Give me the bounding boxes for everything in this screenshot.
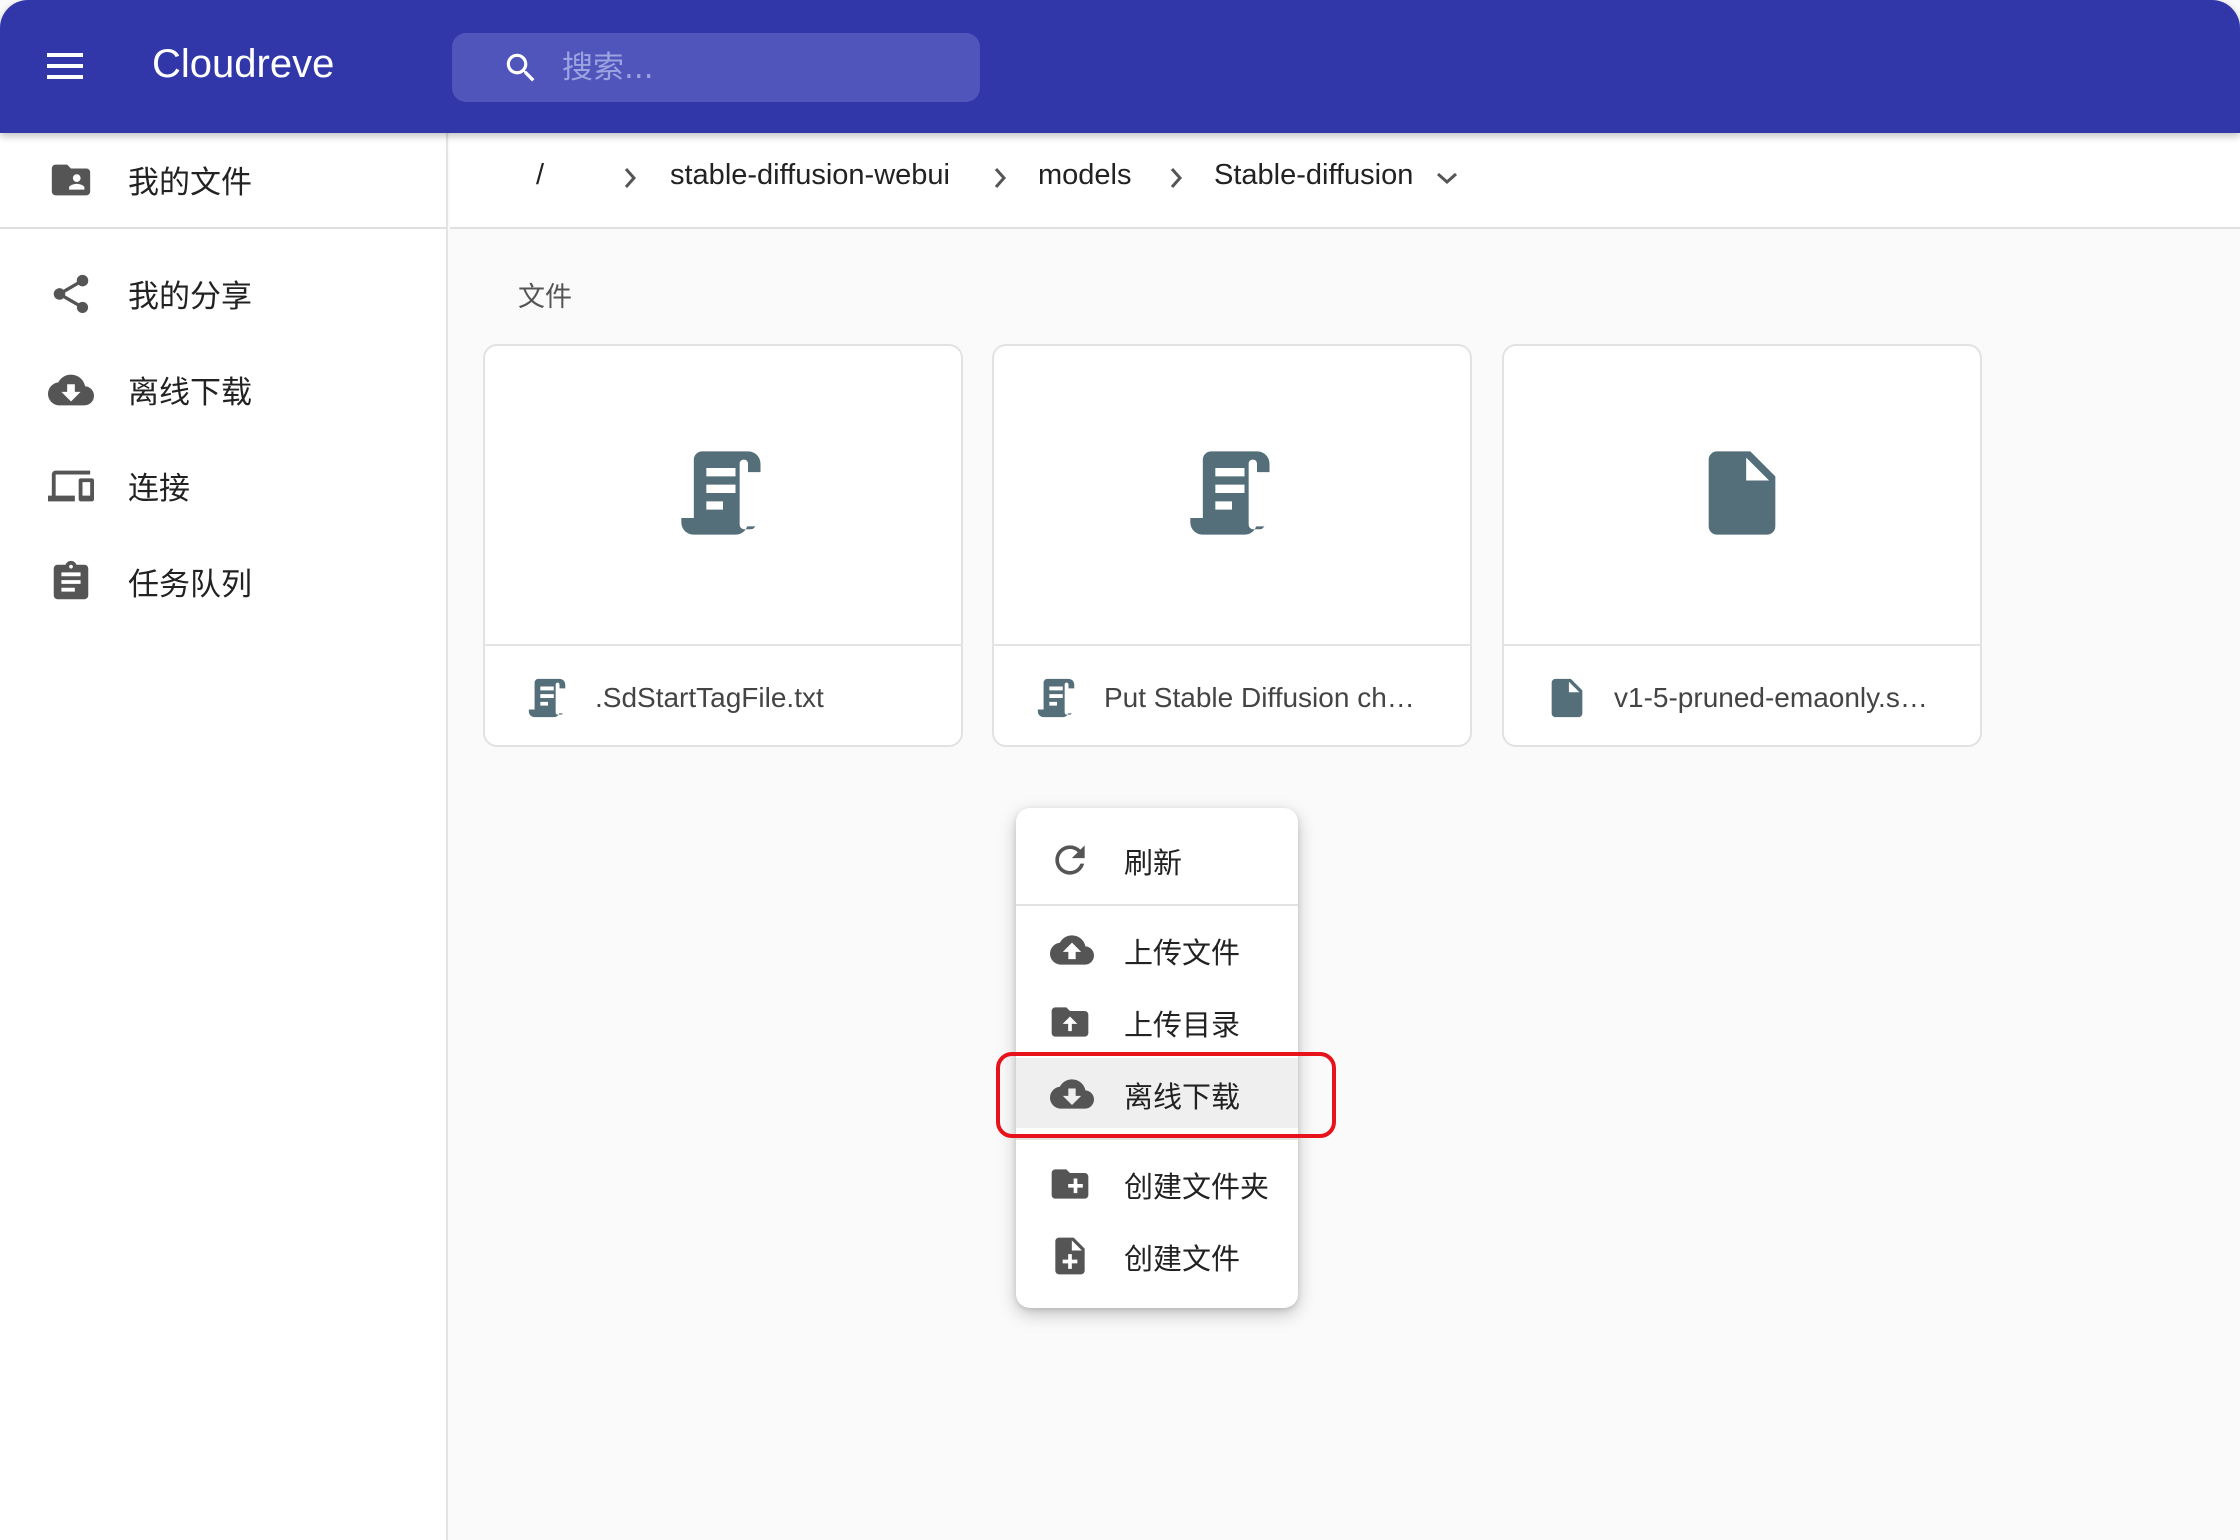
- sidebar-item-my-shares[interactable]: 我的分享: [0, 247, 446, 339]
- menu-item-label: 创建文件: [1124, 1242, 1241, 1276]
- file-card[interactable]: Put Stable Diffusion ch…: [992, 344, 1472, 747]
- file-thumbnail: [485, 346, 961, 646]
- breadcrumb: / stable-diffusion-webui models Stable-d…: [450, 133, 2240, 229]
- breadcrumb-item[interactable]: models: [1038, 159, 1132, 192]
- menu-item-upload-file[interactable]: 上传文件: [1016, 914, 1298, 984]
- file-card[interactable]: v1-5-pruned-emaonly.s…: [1502, 344, 1982, 747]
- script-text-icon: [673, 443, 773, 548]
- chevron-right-icon: [1164, 163, 1188, 198]
- app-bar: Cloudreve: [0, 0, 2240, 133]
- app-title: Cloudreve: [152, 42, 335, 86]
- create-file-icon: [1048, 1234, 1092, 1278]
- devices-icon: [48, 463, 94, 509]
- refresh-icon: [1048, 838, 1092, 882]
- menu-item-label: 上传目录: [1124, 1008, 1241, 1042]
- breadcrumb-root[interactable]: /: [536, 159, 544, 192]
- file-thumbnail: [994, 346, 1470, 646]
- chevron-right-icon: [988, 163, 1012, 198]
- file-card[interactable]: .SdStartTagFile.txt: [483, 344, 963, 747]
- file-name: v1-5-pruned-emaonly.s…: [1614, 682, 1928, 713]
- script-text-icon: [1182, 443, 1282, 548]
- share-icon: [48, 271, 94, 317]
- script-text-icon: [1034, 675, 1080, 726]
- cloud-download-icon: [1048, 1072, 1094, 1116]
- menu-divider: [1016, 1138, 1298, 1140]
- folder-shared-icon: [48, 157, 94, 203]
- menu-item-label: 创建文件夹: [1124, 1170, 1270, 1204]
- file-thumbnail: [1504, 346, 1980, 646]
- sidebar-item-label: 连接: [128, 470, 190, 507]
- menu-icon[interactable]: [40, 38, 90, 94]
- sidebar-item-connections[interactable]: 连接: [0, 439, 446, 531]
- search-input[interactable]: [562, 33, 962, 102]
- sidebar-item-task-queue[interactable]: 任务队列: [0, 535, 446, 627]
- menu-item-upload-folder[interactable]: 上传目录: [1016, 986, 1298, 1056]
- sidebar-item-label: 离线下载: [128, 374, 252, 411]
- sidebar-item-label: 我的文件: [128, 164, 252, 201]
- menu-item-label: 离线下载: [1124, 1080, 1241, 1114]
- sidebar-divider: [0, 227, 446, 229]
- sidebar-item-my-files[interactable]: 我的文件: [0, 133, 446, 225]
- sidebar: 我的文件 我的分享 离线下载 连接 任务队列: [0, 133, 448, 1540]
- file-icon: [1692, 443, 1792, 548]
- files-section-label: 文件: [518, 282, 572, 313]
- script-text-icon: [525, 675, 571, 726]
- sidebar-item-label: 我的分享: [128, 278, 252, 315]
- assignment-icon: [48, 559, 94, 605]
- cloud-download-icon: [48, 367, 94, 413]
- search-box[interactable]: [452, 33, 980, 102]
- menu-divider: [1016, 904, 1298, 906]
- menu-item-create-file[interactable]: 创建文件: [1016, 1220, 1298, 1290]
- menu-item-refresh[interactable]: 刷新: [1016, 824, 1298, 894]
- file-name: .SdStartTagFile.txt: [595, 682, 824, 713]
- folder-upload-icon: [1048, 1000, 1092, 1044]
- sidebar-item-offline-download[interactable]: 离线下载: [0, 343, 446, 435]
- breadcrumb-current[interactable]: Stable-diffusion: [1214, 159, 1413, 192]
- create-folder-icon: [1048, 1162, 1092, 1206]
- search-icon: [502, 49, 540, 92]
- chevron-down-icon[interactable]: [1432, 166, 1462, 195]
- menu-item-create-folder[interactable]: 创建文件夹: [1016, 1148, 1298, 1218]
- file-icon: [1544, 675, 1590, 726]
- chevron-right-icon: [618, 163, 642, 198]
- cloud-upload-icon: [1048, 928, 1094, 972]
- menu-item-offline-download[interactable]: 离线下载: [1016, 1058, 1298, 1128]
- menu-item-label: 上传文件: [1124, 936, 1241, 970]
- context-menu: 刷新 上传文件 上传目录 离线下载 创建文件夹 创建文件: [1016, 808, 1298, 1308]
- sidebar-item-label: 任务队列: [128, 566, 252, 603]
- menu-item-label: 刷新: [1124, 846, 1183, 880]
- breadcrumb-item[interactable]: stable-diffusion-webui: [670, 159, 950, 192]
- file-name: Put Stable Diffusion ch…: [1104, 682, 1415, 713]
